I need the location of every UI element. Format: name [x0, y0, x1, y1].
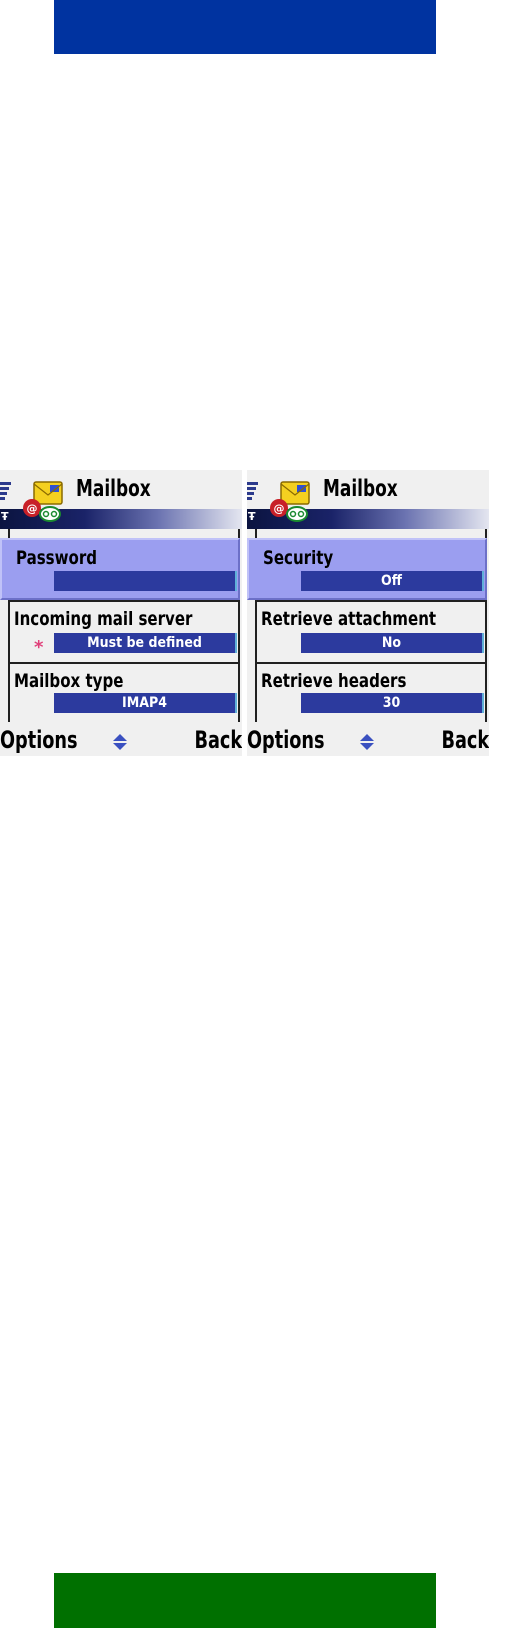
app-title: Mailbox [76, 476, 151, 502]
setting-label: Password [16, 547, 98, 569]
setting-row-incoming-mail-server[interactable]: Incoming mail server * Must be defined [8, 601, 240, 663]
mailbox-icon: @ [23, 481, 63, 522]
options-softkey[interactable]: Options [247, 726, 325, 754]
setting-value-field[interactable]: Off [301, 571, 484, 591]
setting-label: Incoming mail server [14, 608, 193, 630]
app-title: Mailbox [323, 476, 398, 502]
setting-label: Retrieve attachment [261, 608, 437, 630]
setting-row-security[interactable]: Security Off [247, 538, 487, 600]
setting-label: Retrieve headers [261, 670, 407, 692]
setting-value-field[interactable]: No [301, 633, 484, 653]
setting-value-field[interactable] [54, 571, 237, 591]
setting-value-field[interactable]: 30 [301, 693, 484, 713]
phone-screen-right: Ŧ @ Mailbox Security Off Retrieve attach… [247, 470, 489, 756]
back-softkey[interactable]: Back [441, 726, 489, 754]
setting-label: Security [263, 547, 334, 569]
setting-label: Mailbox type [14, 670, 124, 692]
svg-text:@: @ [274, 502, 285, 515]
svg-text:@: @ [27, 502, 38, 515]
scroll-up-down-icon [113, 734, 127, 750]
options-softkey[interactable]: Options [0, 726, 78, 754]
scroll-up-down-icon [360, 734, 374, 750]
softkey-bar: Options Back [0, 726, 242, 756]
setting-row-mailbox-type[interactable]: Mailbox type IMAP4 [8, 663, 240, 725]
top-color-bar [54, 0, 436, 54]
softkey-bar: Options Back [247, 726, 489, 756]
bottom-color-bar [54, 1573, 436, 1628]
setting-row-password[interactable]: Password [0, 538, 240, 600]
setting-value-field[interactable]: IMAP4 [54, 693, 237, 713]
phone-screen-left: Ŧ @ Mailbox Password Incoming mail serve… [0, 470, 242, 756]
setting-row-retrieve-attachment[interactable]: Retrieve attachment No [255, 601, 487, 663]
signal-strength-icon [247, 482, 258, 512]
antenna-icon: Ŧ [248, 510, 256, 523]
required-field-mark: * [34, 637, 44, 658]
setting-value-field[interactable]: Must be defined [54, 633, 237, 653]
signal-strength-icon [0, 482, 11, 512]
antenna-icon: Ŧ [1, 510, 9, 523]
mailbox-icon: @ [270, 481, 310, 522]
setting-row-retrieve-headers[interactable]: Retrieve headers 30 [255, 663, 487, 725]
back-softkey[interactable]: Back [194, 726, 242, 754]
